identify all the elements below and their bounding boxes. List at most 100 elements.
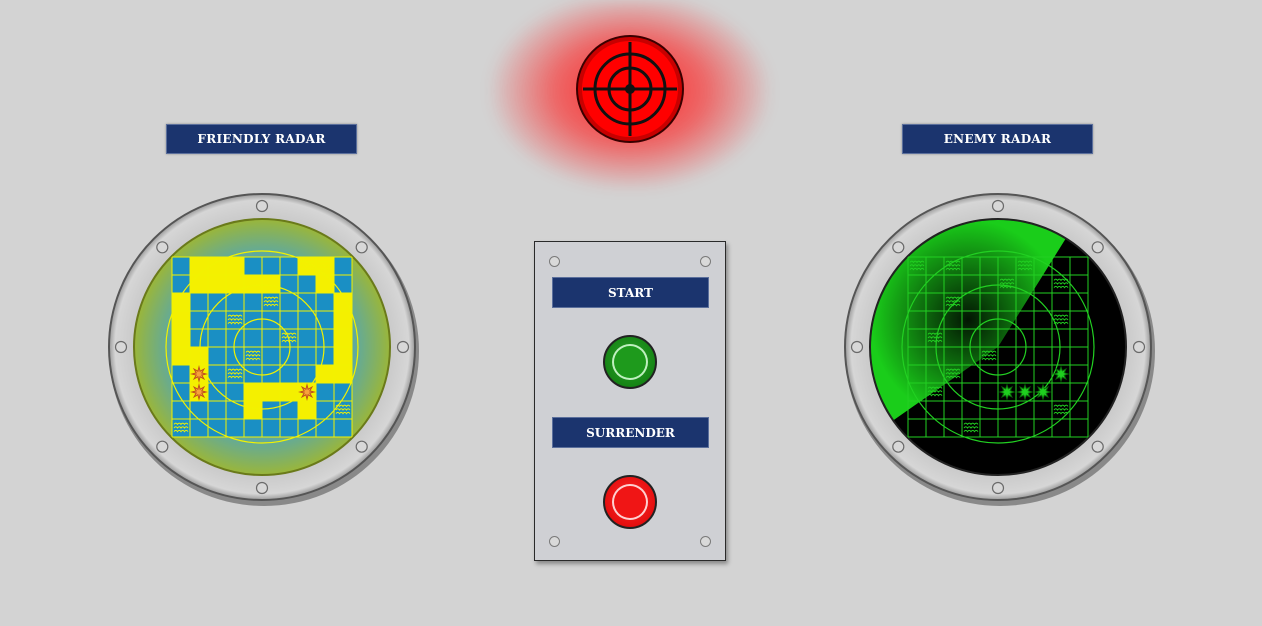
enemy-target-cell[interactable] <box>908 401 926 419</box>
enemy-target-cell[interactable] <box>1016 311 1034 329</box>
enemy-target-cell[interactable] <box>944 257 962 275</box>
enemy-target-cell[interactable] <box>962 311 980 329</box>
enemy-target-cell[interactable] <box>944 365 962 383</box>
enemy-target-cell[interactable] <box>1034 347 1052 365</box>
enemy-target-cell[interactable] <box>980 347 998 365</box>
enemy-target-cell[interactable] <box>1052 311 1070 329</box>
enemy-target-cell[interactable] <box>926 401 944 419</box>
enemy-target-cell[interactable] <box>1070 401 1088 419</box>
enemy-target-cell[interactable] <box>962 293 980 311</box>
enemy-target-cell[interactable] <box>1052 329 1070 347</box>
enemy-target-cell[interactable] <box>926 275 944 293</box>
enemy-target-cell[interactable] <box>908 419 926 437</box>
enemy-target-cell[interactable] <box>998 401 1016 419</box>
enemy-target-cell[interactable] <box>926 293 944 311</box>
enemy-target-cell[interactable] <box>908 383 926 401</box>
enemy-target-cell[interactable] <box>926 383 944 401</box>
enemy-target-cell[interactable] <box>944 401 962 419</box>
enemy-target-cell[interactable] <box>1052 365 1070 383</box>
enemy-target-cell[interactable] <box>1016 365 1034 383</box>
enemy-target-cell[interactable] <box>962 419 980 437</box>
enemy-target-cell[interactable] <box>926 257 944 275</box>
enemy-target-cell[interactable] <box>944 419 962 437</box>
enemy-target-cell[interactable] <box>998 257 1016 275</box>
enemy-target-cell[interactable] <box>1034 401 1052 419</box>
enemy-target-cell[interactable] <box>998 419 1016 437</box>
enemy-target-cell[interactable] <box>1034 329 1052 347</box>
enemy-target-cell[interactable] <box>1016 257 1034 275</box>
enemy-target-cell[interactable] <box>908 293 926 311</box>
enemy-target-cell[interactable] <box>980 365 998 383</box>
enemy-target-cell[interactable] <box>1016 275 1034 293</box>
enemy-target-cell[interactable] <box>1052 401 1070 419</box>
enemy-target-cell[interactable] <box>1052 383 1070 401</box>
enemy-target-cell[interactable] <box>980 257 998 275</box>
enemy-target-cell[interactable] <box>1070 419 1088 437</box>
enemy-target-cell[interactable] <box>908 275 926 293</box>
enemy-target-cell[interactable] <box>998 293 1016 311</box>
enemy-target-cell[interactable] <box>1016 401 1034 419</box>
enemy-target-cell[interactable] <box>962 347 980 365</box>
enemy-target-cell[interactable] <box>944 293 962 311</box>
enemy-target-cell[interactable] <box>998 311 1016 329</box>
enemy-target-cell[interactable] <box>980 401 998 419</box>
enemy-target-cell[interactable] <box>944 329 962 347</box>
enemy-target-cell[interactable] <box>926 329 944 347</box>
enemy-target-cell[interactable] <box>1052 257 1070 275</box>
enemy-target-cell[interactable] <box>1016 383 1034 401</box>
enemy-target-cell[interactable] <box>908 329 926 347</box>
enemy-target-cell[interactable] <box>1034 419 1052 437</box>
enemy-target-cell[interactable] <box>1016 293 1034 311</box>
enemy-target-cell[interactable] <box>1070 293 1088 311</box>
enemy-target-cell[interactable] <box>998 329 1016 347</box>
enemy-target-cell[interactable] <box>998 383 1016 401</box>
enemy-target-cell[interactable] <box>1070 329 1088 347</box>
enemy-target-cell[interactable] <box>980 293 998 311</box>
enemy-target-cell[interactable] <box>944 311 962 329</box>
enemy-target-cell[interactable] <box>1034 311 1052 329</box>
enemy-target-cell[interactable] <box>1016 329 1034 347</box>
enemy-target-cell[interactable] <box>908 365 926 383</box>
enemy-target-cell[interactable] <box>1034 293 1052 311</box>
enemy-target-cell[interactable] <box>944 347 962 365</box>
enemy-target-cell[interactable] <box>962 401 980 419</box>
enemy-target-cell[interactable] <box>998 365 1016 383</box>
enemy-target-cell[interactable] <box>998 275 1016 293</box>
enemy-target-cell[interactable] <box>998 347 1016 365</box>
enemy-target-cell[interactable] <box>1070 347 1088 365</box>
enemy-target-cell[interactable] <box>980 419 998 437</box>
enemy-target-cell[interactable] <box>1070 365 1088 383</box>
enemy-target-cell[interactable] <box>908 257 926 275</box>
enemy-target-cell[interactable] <box>944 275 962 293</box>
enemy-target-cell[interactable] <box>962 275 980 293</box>
enemy-target-cell[interactable] <box>1034 257 1052 275</box>
enemy-target-cell[interactable] <box>926 311 944 329</box>
enemy-target-cell[interactable] <box>980 311 998 329</box>
enemy-target-cell[interactable] <box>980 275 998 293</box>
start-button[interactable] <box>603 335 657 389</box>
enemy-target-cell[interactable] <box>980 329 998 347</box>
enemy-target-cell[interactable] <box>908 311 926 329</box>
enemy-target-cell[interactable] <box>1070 383 1088 401</box>
enemy-target-cell[interactable] <box>980 383 998 401</box>
enemy-target-cell[interactable] <box>1034 275 1052 293</box>
enemy-target-cell[interactable] <box>926 419 944 437</box>
enemy-target-cell[interactable] <box>944 383 962 401</box>
enemy-target-cell[interactable] <box>962 383 980 401</box>
enemy-target-cell[interactable] <box>962 365 980 383</box>
enemy-target-cell[interactable] <box>926 347 944 365</box>
enemy-target-cell[interactable] <box>962 257 980 275</box>
enemy-target-cell[interactable] <box>1052 419 1070 437</box>
enemy-target-cell[interactable] <box>1016 419 1034 437</box>
enemy-target-cell[interactable] <box>1070 275 1088 293</box>
enemy-target-cell[interactable] <box>908 347 926 365</box>
surrender-button[interactable] <box>603 475 657 529</box>
enemy-target-cell[interactable] <box>1034 365 1052 383</box>
enemy-target-cell[interactable] <box>1034 383 1052 401</box>
enemy-target-cell[interactable] <box>962 329 980 347</box>
enemy-target-cell[interactable] <box>1016 347 1034 365</box>
enemy-target-cell[interactable] <box>1052 293 1070 311</box>
enemy-target-cell[interactable] <box>1070 257 1088 275</box>
enemy-target-cell[interactable] <box>1070 311 1088 329</box>
enemy-target-cell[interactable] <box>1052 347 1070 365</box>
